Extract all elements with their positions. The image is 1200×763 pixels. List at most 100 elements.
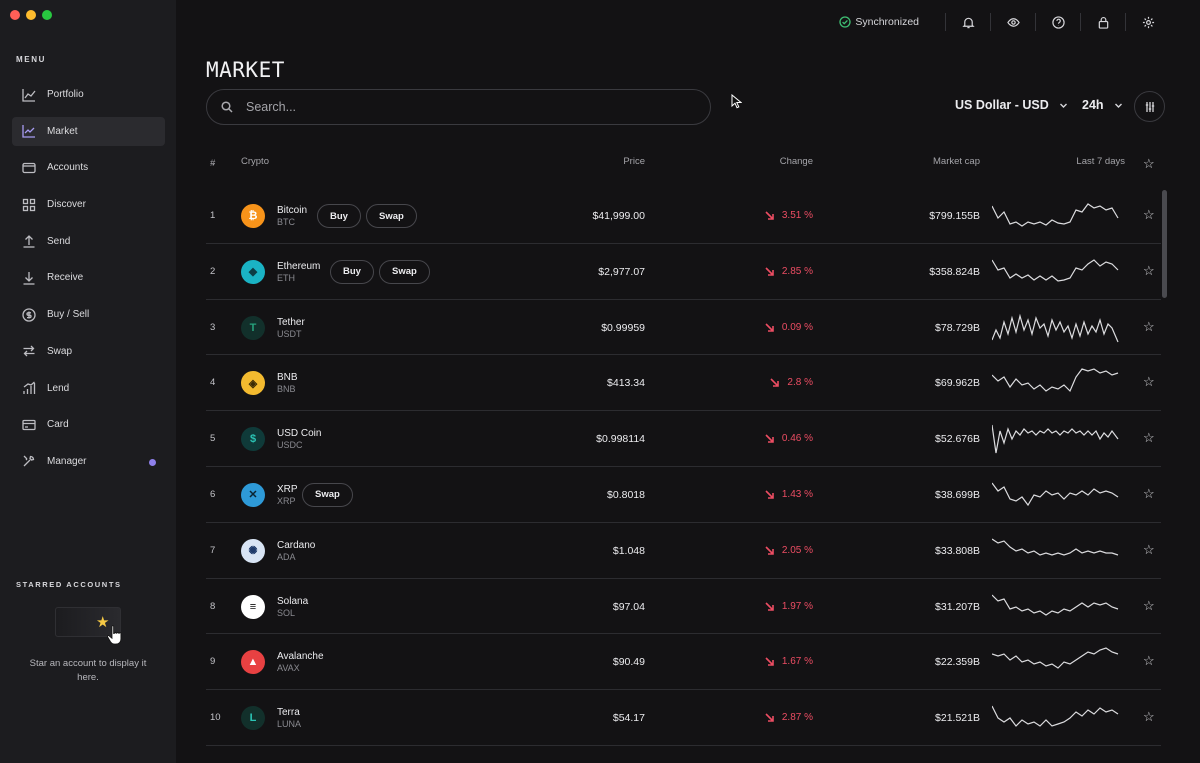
coin-ticker: XRP [277, 495, 296, 506]
market-cap: $69.962B [935, 377, 980, 390]
star-toggle-icon[interactable]: ☆ [1143, 653, 1155, 669]
arrow-down-right-icon [765, 490, 774, 499]
menu-title: MENU [16, 55, 46, 64]
coin-name: Tether [277, 316, 305, 328]
rank: 4 [210, 377, 216, 389]
eye-icon[interactable] [1001, 12, 1025, 32]
star-filter-icon[interactable]: ☆ [1143, 156, 1155, 172]
table-row[interactable]: 9 ▲ Avalanche AVAX $90.49 1.67 % $22.359B ☆ [206, 634, 1161, 691]
star-toggle-icon[interactable]: ☆ [1143, 207, 1155, 223]
close-window-button[interactable] [10, 10, 20, 20]
table-row[interactable]: 4 ◈ BNB BNB $413.34 2.8 % $69.962B ☆ [206, 355, 1161, 412]
star-toggle-icon[interactable]: ☆ [1143, 430, 1155, 446]
sidebar-item-card[interactable]: Card [12, 410, 165, 439]
star-toggle-icon[interactable]: ☆ [1143, 598, 1155, 614]
sidebar-item-lend[interactable]: Lend [12, 374, 165, 403]
currency-label: US Dollar - USD [955, 98, 1049, 112]
sidebar-item-swap[interactable]: Swap [12, 337, 165, 366]
help-icon[interactable] [1046, 12, 1070, 32]
sparkline-7d [992, 368, 1119, 393]
arrow-down-right-icon [765, 713, 774, 722]
sparkline-7d [992, 647, 1119, 670]
table-row[interactable]: 8 ≡ Solana SOL $97.04 1.97 % $31.207B ☆ [206, 579, 1161, 635]
swap-button[interactable]: Swap [366, 204, 417, 228]
sidebar-item-label: Buy / Sell [47, 309, 90, 321]
price: $41,999.00 [592, 210, 645, 222]
rank: 3 [210, 321, 216, 333]
lock-icon[interactable] [1091, 12, 1115, 32]
period-select[interactable]: 24h [1082, 98, 1123, 112]
market-cap: $22.359B [935, 656, 980, 669]
table-row[interactable]: 2 ◆ Ethereum ETH Buy Swap $2,977.07 2.85 % $358.… [206, 244, 1161, 300]
search-input[interactable] [246, 100, 666, 114]
sidebar-item-label: Portfolio [47, 89, 84, 100]
chevron-down-icon: ⌄ [210, 158, 217, 167]
price: $0.99959 [601, 321, 645, 334]
change: 1.43 % [765, 489, 813, 500]
table-row[interactable]: 3 T Tether USDT $0.99959 0.09 % $78.729B ☆ [206, 300, 1161, 356]
table-row[interactable]: 10 L Terra LUNA $54.17 2.87 % $21.521B ☆ [206, 690, 1161, 746]
sidebar-item-receive[interactable]: Receive [12, 263, 165, 292]
tools-icon [22, 454, 36, 468]
price: $0.8018 [607, 488, 645, 501]
sidebar: MENU Portfolio Market Accounts Discover … [0, 0, 176, 763]
coin-avax-icon: ▲ [241, 650, 265, 675]
bell-icon[interactable] [956, 12, 980, 32]
star-toggle-icon[interactable]: ☆ [1143, 542, 1155, 558]
sidebar-item-label: Manager [47, 455, 87, 467]
sidebar-item-discover[interactable]: Discover [12, 190, 165, 219]
table-row[interactable]: 6 ✕ XRP XRP Swap $0.8018 1.43 % $38.699B ☆ [206, 467, 1161, 523]
star-toggle-icon[interactable]: ☆ [1143, 319, 1155, 335]
search-bar[interactable] [206, 89, 711, 125]
dollar-circle-icon [22, 307, 36, 322]
sidebar-item-accounts[interactable]: Accounts [12, 153, 165, 182]
sync-status[interactable]: Synchronized [839, 16, 919, 28]
scrollbar[interactable] [1162, 190, 1167, 298]
table-row[interactable]: 7 ✺ Cardano ADA $1.048 2.05 % $33.808B ☆ [206, 523, 1161, 579]
change: 1.67 % [765, 656, 813, 667]
coin-bnb-icon: ◈ [241, 371, 265, 396]
coin-name: Ethereum [277, 260, 321, 272]
maximize-window-button[interactable] [42, 10, 52, 20]
buy-button[interactable]: Buy [330, 259, 374, 284]
swap-button[interactable]: Swap [302, 482, 353, 507]
star-toggle-icon[interactable]: ☆ [1143, 374, 1155, 390]
arrow-down-right-icon [765, 434, 774, 443]
search-icon [221, 101, 233, 113]
crypto-column-header: Crypto [241, 156, 269, 167]
star-toggle-icon[interactable]: ☆ [1143, 263, 1155, 279]
top-bar: Synchronized [839, 12, 1160, 32]
sidebar-item-label: Receive [47, 272, 84, 284]
currency-select[interactable]: US Dollar - USD [955, 98, 1068, 112]
settings-gear-icon[interactable] [1136, 12, 1160, 32]
sidebar-item-label: Lend [47, 382, 70, 394]
sidebar-item-send[interactable]: Send [12, 227, 165, 256]
market-cap: $358.824B [929, 265, 980, 278]
sidebar-item-label: Swap [47, 345, 73, 357]
arrow-down-right-icon [770, 378, 780, 388]
sidebar-item-manager[interactable]: Manager [12, 447, 165, 476]
star-toggle-icon[interactable]: ☆ [1143, 486, 1155, 502]
rank: 6 [210, 488, 216, 500]
sidebar-item-portfolio[interactable]: Portfolio [12, 80, 165, 109]
price: $90.49 [612, 656, 645, 669]
swap-button[interactable]: Swap [379, 259, 430, 284]
filter-button[interactable] [1134, 91, 1165, 122]
minimize-window-button[interactable] [26, 10, 36, 20]
table-row[interactable]: 5 $ USD Coin USDC $0.998114 0.46 % $52.676B ☆ [206, 411, 1161, 467]
last-7-days-column-header: Last 7 days [1076, 156, 1125, 167]
sparkline-7d [992, 425, 1119, 454]
coin-ticker: ETH [277, 272, 295, 283]
star-toggle-icon[interactable]: ☆ [1143, 709, 1155, 725]
rank: 2 [210, 265, 216, 277]
coin-btc-icon: ₿ [241, 204, 265, 228]
sidebar-item-buy-sell[interactable]: Buy / Sell [12, 300, 165, 329]
table-row[interactable]: 1 ₿ Bitcoin BTC Buy Swap $41,999.00 3.51 % $799.… [206, 188, 1161, 244]
buy-button[interactable]: Buy [317, 204, 361, 228]
chevron-down-icon [1114, 103, 1122, 108]
price: $54.17 [612, 712, 645, 725]
market-cap: $78.729B [935, 321, 980, 334]
sidebar-item-market[interactable]: Market [12, 116, 165, 146]
coin-usdc-icon: $ [241, 427, 265, 452]
sidebar-item-label: Card [47, 419, 69, 431]
